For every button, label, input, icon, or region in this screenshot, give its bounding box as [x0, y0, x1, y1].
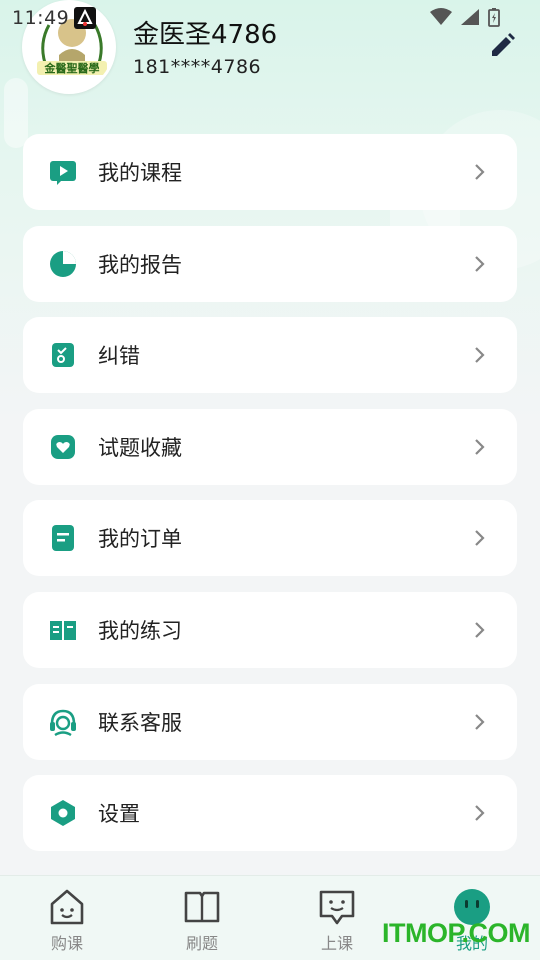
- pie-chart-icon: [49, 250, 77, 278]
- avatar-text: 金醫聖醫學: [44, 61, 100, 75]
- menu-label: 联系客服: [98, 710, 182, 735]
- menu-item-my-orders[interactable]: 我的订单: [23, 500, 517, 577]
- status-icons: [430, 7, 500, 27]
- menu-item-customer-service[interactable]: 联系客服: [23, 683, 517, 760]
- menu-item-favorites[interactable]: 试题收藏: [23, 408, 517, 485]
- chevron-right-icon: [473, 803, 487, 823]
- menu-label: 试题收藏: [98, 435, 182, 460]
- tab-buy-courses[interactable]: 购课: [32, 888, 102, 958]
- chat-icon: [319, 890, 355, 925]
- pencil-icon: [492, 33, 515, 56]
- menu-label: 纠错: [98, 344, 140, 369]
- menu-label: 设置: [98, 802, 140, 827]
- chevron-right-icon: [473, 162, 487, 182]
- tab-label: 刷题: [185, 934, 218, 953]
- headset-icon: [49, 708, 77, 736]
- menu-item-settings[interactable]: 设置: [23, 775, 517, 852]
- menu-list: 我的课程 我的报告 纠错 试题收藏 我的订单 我的练习 联系客服 设置: [23, 134, 517, 867]
- user-name: 金医圣4786: [133, 20, 278, 50]
- tab-label: 上课: [320, 934, 353, 953]
- chevron-right-icon: [473, 712, 487, 732]
- tab-classes[interactable]: 上课: [302, 888, 372, 958]
- menu-label: 我的练习: [98, 618, 182, 643]
- notification-icon: [74, 7, 96, 29]
- chevron-right-icon: [473, 345, 487, 365]
- tab-label: 购课: [50, 934, 83, 953]
- play-icon: [49, 158, 77, 186]
- chevron-right-icon: [473, 528, 487, 548]
- menu-label: 我的订单: [98, 527, 182, 552]
- menu-item-my-courses[interactable]: 我的课程: [23, 134, 517, 210]
- chevron-right-icon: [473, 437, 487, 457]
- menu-label: 我的课程: [98, 161, 182, 185]
- user-phone: 181****4786: [133, 56, 262, 78]
- status-time: 11:49: [12, 7, 70, 29]
- book-icon: [49, 616, 77, 644]
- menu-item-my-reports[interactable]: 我的报告: [23, 225, 517, 302]
- edit-profile-button[interactable]: [486, 30, 518, 62]
- hexagon-icon: [49, 799, 77, 827]
- menu-label: 我的报告: [98, 252, 182, 277]
- heart-icon: [49, 433, 77, 461]
- tab-practice[interactable]: 刷题: [167, 888, 237, 958]
- menu-item-my-practice[interactable]: 我的练习: [23, 591, 517, 668]
- chevron-right-icon: [473, 620, 487, 640]
- wifi-icon: [430, 8, 452, 25]
- chevron-right-icon: [473, 254, 487, 274]
- watermark-text: ITMOP.COM: [382, 918, 531, 948]
- signal-icon: [461, 9, 479, 25]
- correction-icon: [49, 341, 77, 369]
- menu-item-correction[interactable]: 纠错: [23, 317, 517, 394]
- order-icon: [49, 524, 77, 552]
- house-icon: [50, 889, 84, 925]
- battery-icon: [488, 8, 500, 27]
- book-icon: [184, 891, 220, 923]
